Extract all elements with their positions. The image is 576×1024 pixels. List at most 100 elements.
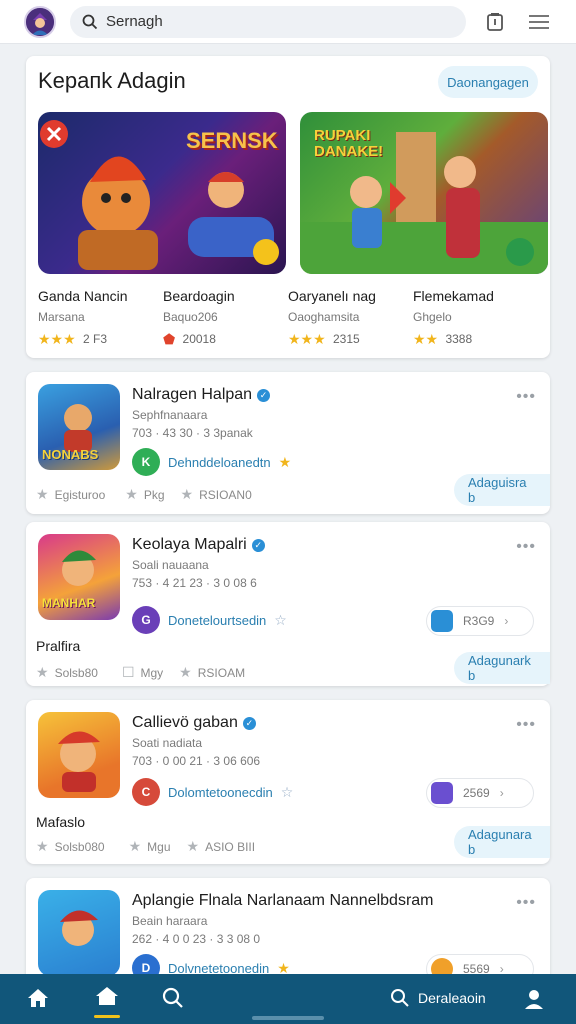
- search-icon: [82, 14, 98, 29]
- footer-value: ASIO BIII: [205, 839, 256, 854]
- banner-1-text: SERNSK: [186, 128, 278, 153]
- main-content: Kepaпk Adagin Daonangagen SERNSK RUPAKI …: [26, 56, 550, 998]
- app-title[interactable]: Aplangie Flnala Narlanaam Nannelbdsram: [132, 892, 434, 910]
- app-icon-label: MANHAR: [42, 596, 96, 610]
- featured-item-rating: ⬟ 20018: [163, 332, 288, 346]
- app-icon-label: NONABS: [42, 447, 99, 462]
- install-button[interactable]: Adaguisra b: [454, 474, 550, 506]
- featured-more-button[interactable]: Daonangagen: [438, 66, 538, 98]
- developer-row[interactable]: C Dolomtetoonecdin ☆: [132, 778, 293, 806]
- avatar[interactable]: [24, 5, 56, 38]
- featured-item-rating: ★★★ 2 F3: [38, 332, 163, 346]
- app-title-text: Keolaya Mapalri: [132, 536, 247, 553]
- menu-icon[interactable]: [524, 7, 554, 37]
- app-icon: [38, 890, 120, 976]
- star-icon: ★: [278, 454, 292, 470]
- more-options-icon[interactable]: •••: [516, 388, 536, 406]
- star-icon: ★: [36, 838, 49, 854]
- featured-item[interactable]: Ganda Nancin Marsana ★★★ 2 F3: [38, 288, 163, 346]
- app-card[interactable]: MANHAR Keolaya Mapalri ✓ Soali nauaana 75…: [26, 522, 550, 686]
- developer-row[interactable]: G Donetelourtsedin ☆: [132, 606, 287, 634]
- star-icon: ☐: [121, 664, 135, 680]
- app-tag-label: Pralfira: [36, 638, 81, 654]
- star-icon: ★: [179, 664, 192, 680]
- footer-value: Solsb080: [54, 839, 105, 854]
- top-bar: Sernagh: [0, 0, 576, 44]
- install-button[interactable]: Adagunark b: [454, 652, 550, 684]
- featured-banner-1[interactable]: SERNSK: [38, 112, 286, 274]
- nav-search-button[interactable]: Deraleaoin: [390, 988, 486, 1008]
- featured-item-rating: ★★ 3388: [413, 332, 538, 346]
- side-chip[interactable]: 2569 ›: [426, 778, 534, 808]
- developer-icon: C: [132, 778, 160, 806]
- app-footer: ★ Egisturoo ★ Pkg ★ RSIOAN0: [36, 486, 252, 503]
- app-icon: MANHAR: [38, 534, 120, 620]
- featured-item-sub: Ghgelo: [413, 310, 452, 324]
- app-meta: 262 · 4 0 0 23 · 3 3 08 0: [132, 932, 261, 946]
- chevron-right-icon: ›: [499, 786, 504, 800]
- featured-item[interactable]: Beardoagin Baquo206 ⬟ 20018: [163, 288, 288, 346]
- star-icon: ★: [186, 838, 200, 854]
- search-icon[interactable]: [162, 987, 184, 1009]
- home-icon[interactable]: [26, 987, 50, 1009]
- app-subtitle: Soati nadiata: [132, 736, 203, 750]
- star-icon: ★: [125, 486, 138, 502]
- developer-icon: G: [132, 606, 160, 634]
- bottom-navigation: Deraleaoin: [0, 974, 576, 1024]
- app-title-text: Callievö gaban: [132, 714, 238, 731]
- app-title[interactable]: Callievö gaban ✓: [132, 714, 256, 732]
- star-icon: ⬟: [163, 331, 176, 347]
- featured-banner-2[interactable]: RUPAKI DANAKE!: [300, 112, 548, 274]
- featured-item-name: Beardoagin: [163, 288, 235, 304]
- app-card[interactable]: NONABS Nalragen Halpan ✓ Sephfnanaara 703…: [26, 372, 550, 514]
- app-card[interactable]: Callievö gaban ✓ Soati nadiata 703 · 0 00…: [26, 700, 550, 864]
- footer-value: Solsb80: [54, 665, 98, 680]
- featured-item-sub: Marsana: [38, 310, 85, 324]
- featured-item-sub: Oaoghamsita: [288, 310, 360, 324]
- footer-value: Egisturoo: [54, 487, 106, 502]
- library-icon[interactable]: [480, 7, 510, 37]
- app-title[interactable]: Keolaya Mapalri ✓: [132, 536, 265, 554]
- app-meta: 703 · 43 30 · 3 3panak: [132, 426, 253, 440]
- app-title[interactable]: Nalragen Halpan ✓: [132, 386, 271, 404]
- more-options-icon[interactable]: •••: [516, 894, 536, 912]
- rating-value: 2 F3: [83, 332, 108, 346]
- profile-icon[interactable]: [522, 987, 546, 1011]
- featured-title: Kepaпk Adagin: [38, 68, 186, 93]
- app-meta: 703 · 0 00 21 · 3 06 606: [132, 754, 261, 768]
- developer-row[interactable]: K Dehnddeloanedtn ★: [132, 448, 291, 476]
- chip-icon: [431, 610, 453, 632]
- star-icon: ★: [180, 486, 194, 502]
- verified-icon: ✓: [242, 716, 256, 730]
- featured-card: Kepaпk Adagin Daonangagen SERNSK RUPAKI …: [26, 56, 550, 358]
- search-input[interactable]: Sernagh: [70, 5, 466, 38]
- search-icon: [391, 989, 409, 1007]
- verified-icon: ✓: [257, 388, 271, 402]
- star-icon: ☆: [280, 784, 294, 800]
- gesture-handle: [252, 1016, 324, 1020]
- more-options-icon[interactable]: •••: [516, 716, 536, 734]
- rating-value: 20018: [182, 332, 216, 346]
- chip-value: 2569: [463, 786, 490, 800]
- chip-icon: [431, 782, 453, 804]
- footer-value: RSIOAN0: [199, 487, 252, 502]
- featured-item-name: Ganda Nancin: [38, 288, 128, 304]
- featured-item[interactable]: Oaryanelı nag Oaoghamsita ★★★ 2315: [288, 288, 413, 346]
- nav-search-label: Deraleaoin: [418, 990, 486, 1006]
- app-meta: 753 · 4 21 23 · 3 0 08 6: [132, 576, 257, 590]
- chevron-right-icon: ›: [504, 614, 509, 628]
- app-icon: NONABS: [38, 384, 120, 470]
- more-options-icon[interactable]: •••: [516, 538, 536, 556]
- rating-value: 3388: [445, 332, 473, 346]
- store-home-icon[interactable]: [94, 985, 120, 1007]
- star-icon: ★: [36, 486, 49, 502]
- rating-value: 2315: [333, 332, 360, 346]
- verified-icon: ✓: [251, 538, 265, 552]
- side-chip[interactable]: R3G9 ›: [426, 606, 534, 636]
- star-icon: ★★: [413, 331, 439, 347]
- featured-item-name: Oaryanelı nag: [288, 288, 376, 304]
- featured-item[interactable]: Flemekamad Ghgelo ★★ 3388: [413, 288, 538, 346]
- star-icon: ☆: [274, 612, 287, 628]
- app-subtitle: Beain haraara: [132, 914, 208, 928]
- install-button[interactable]: Adagunara b: [454, 826, 550, 858]
